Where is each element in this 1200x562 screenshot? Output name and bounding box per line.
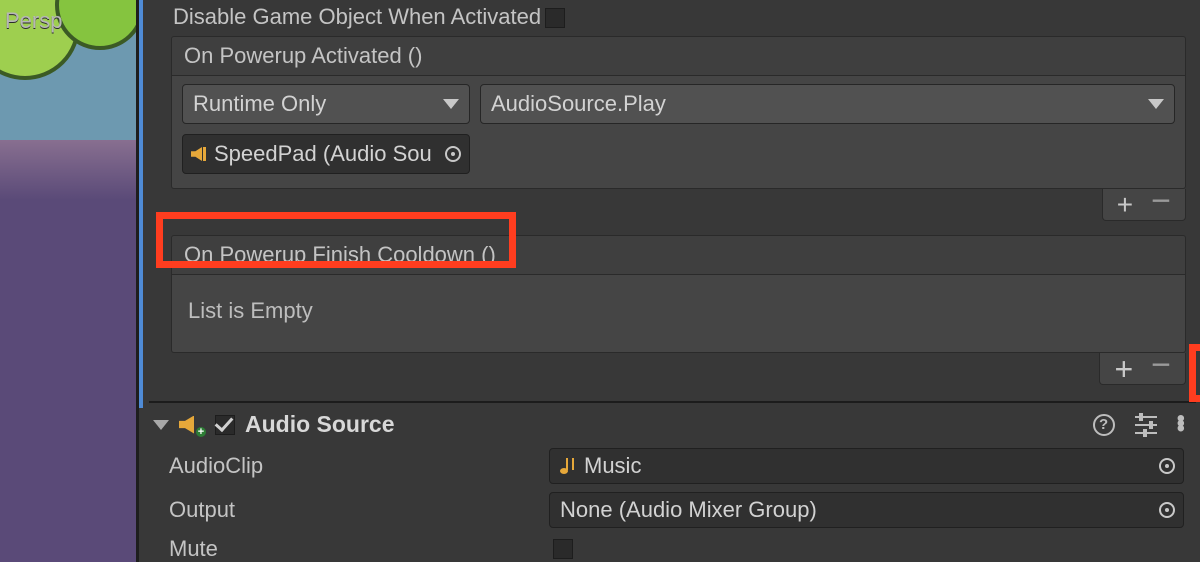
disable-gameobject-label: Disable Game Object When Activated <box>155 0 541 36</box>
audioclip-field[interactable]: Music <box>549 448 1184 484</box>
event-activated-header: On Powerup Activated () <box>171 36 1186 76</box>
presets-icon[interactable] <box>1135 416 1157 434</box>
camera-mode-label: Persp <box>5 8 62 34</box>
audiosource-component-header[interactable]: + Audio Source ? ••• <box>149 403 1196 444</box>
add-listener-button[interactable]: + <box>1114 359 1133 379</box>
event-empty-text: List is Empty <box>188 298 313 324</box>
foldout-icon[interactable] <box>153 420 169 430</box>
mute-checkbox[interactable] <box>553 539 573 559</box>
remove-listener-button[interactable]: − <box>1151 191 1171 211</box>
object-picker-icon[interactable] <box>1159 502 1175 518</box>
highlight-cooldown-header <box>156 212 516 268</box>
runtime-mode-value: Runtime Only <box>193 91 326 117</box>
object-picker-icon[interactable] <box>1159 458 1175 474</box>
add-listener-button[interactable]: + <box>1117 195 1133 215</box>
audiosource-icon <box>191 147 206 161</box>
chevron-down-icon <box>1148 99 1164 109</box>
event-target-object-value: SpeedPad (Audio Sou <box>214 141 432 167</box>
output-field[interactable]: None (Audio Mixer Group) <box>549 492 1184 528</box>
audioclip-icon <box>560 458 574 474</box>
help-icon[interactable]: ? <box>1093 414 1115 436</box>
highlight-add-button <box>1189 344 1200 402</box>
audiosource-component-icon: + <box>179 414 205 436</box>
event-target-object-field[interactable]: SpeedPad (Audio Sou <box>182 134 470 174</box>
disable-gameobject-checkbox[interactable] <box>545 8 565 28</box>
runtime-mode-dropdown[interactable]: Runtime Only <box>182 84 470 124</box>
output-label: Output <box>169 497 549 523</box>
event-cooldown-body: List is Empty <box>171 275 1186 353</box>
audioclip-row: AudioClip Music <box>149 444 1196 488</box>
object-picker-icon[interactable] <box>445 146 461 162</box>
remove-listener-button[interactable]: − <box>1151 355 1171 375</box>
scene-viewport[interactable]: Persp <box>0 0 136 562</box>
audioclip-label: AudioClip <box>169 453 549 479</box>
output-value: None (Audio Mixer Group) <box>560 497 817 523</box>
event-activated-body: Runtime Only AudioSource.Play SpeedPad (… <box>171 76 1186 189</box>
component-enabled-checkbox[interactable] <box>215 415 235 435</box>
component-title: Audio Source <box>245 411 395 438</box>
kebab-menu-icon[interactable]: ••• <box>1177 417 1184 432</box>
event-cooldown-buttons: + − <box>1099 353 1186 385</box>
mute-row: Mute <box>149 532 1196 562</box>
event-function-dropdown[interactable]: AudioSource.Play <box>480 84 1175 124</box>
chevron-down-icon <box>443 99 459 109</box>
event-function-value: AudioSource.Play <box>491 91 666 117</box>
prefab-override-stripe <box>139 0 143 408</box>
mute-label: Mute <box>169 536 549 562</box>
event-activated-buttons: + − <box>1102 189 1186 221</box>
inspector-panel: Disable Game Object When Activated On Po… <box>136 0 1200 562</box>
output-row: Output None (Audio Mixer Group) <box>149 488 1196 532</box>
audioclip-value: Music <box>584 453 641 479</box>
viewport-ground <box>0 140 136 240</box>
